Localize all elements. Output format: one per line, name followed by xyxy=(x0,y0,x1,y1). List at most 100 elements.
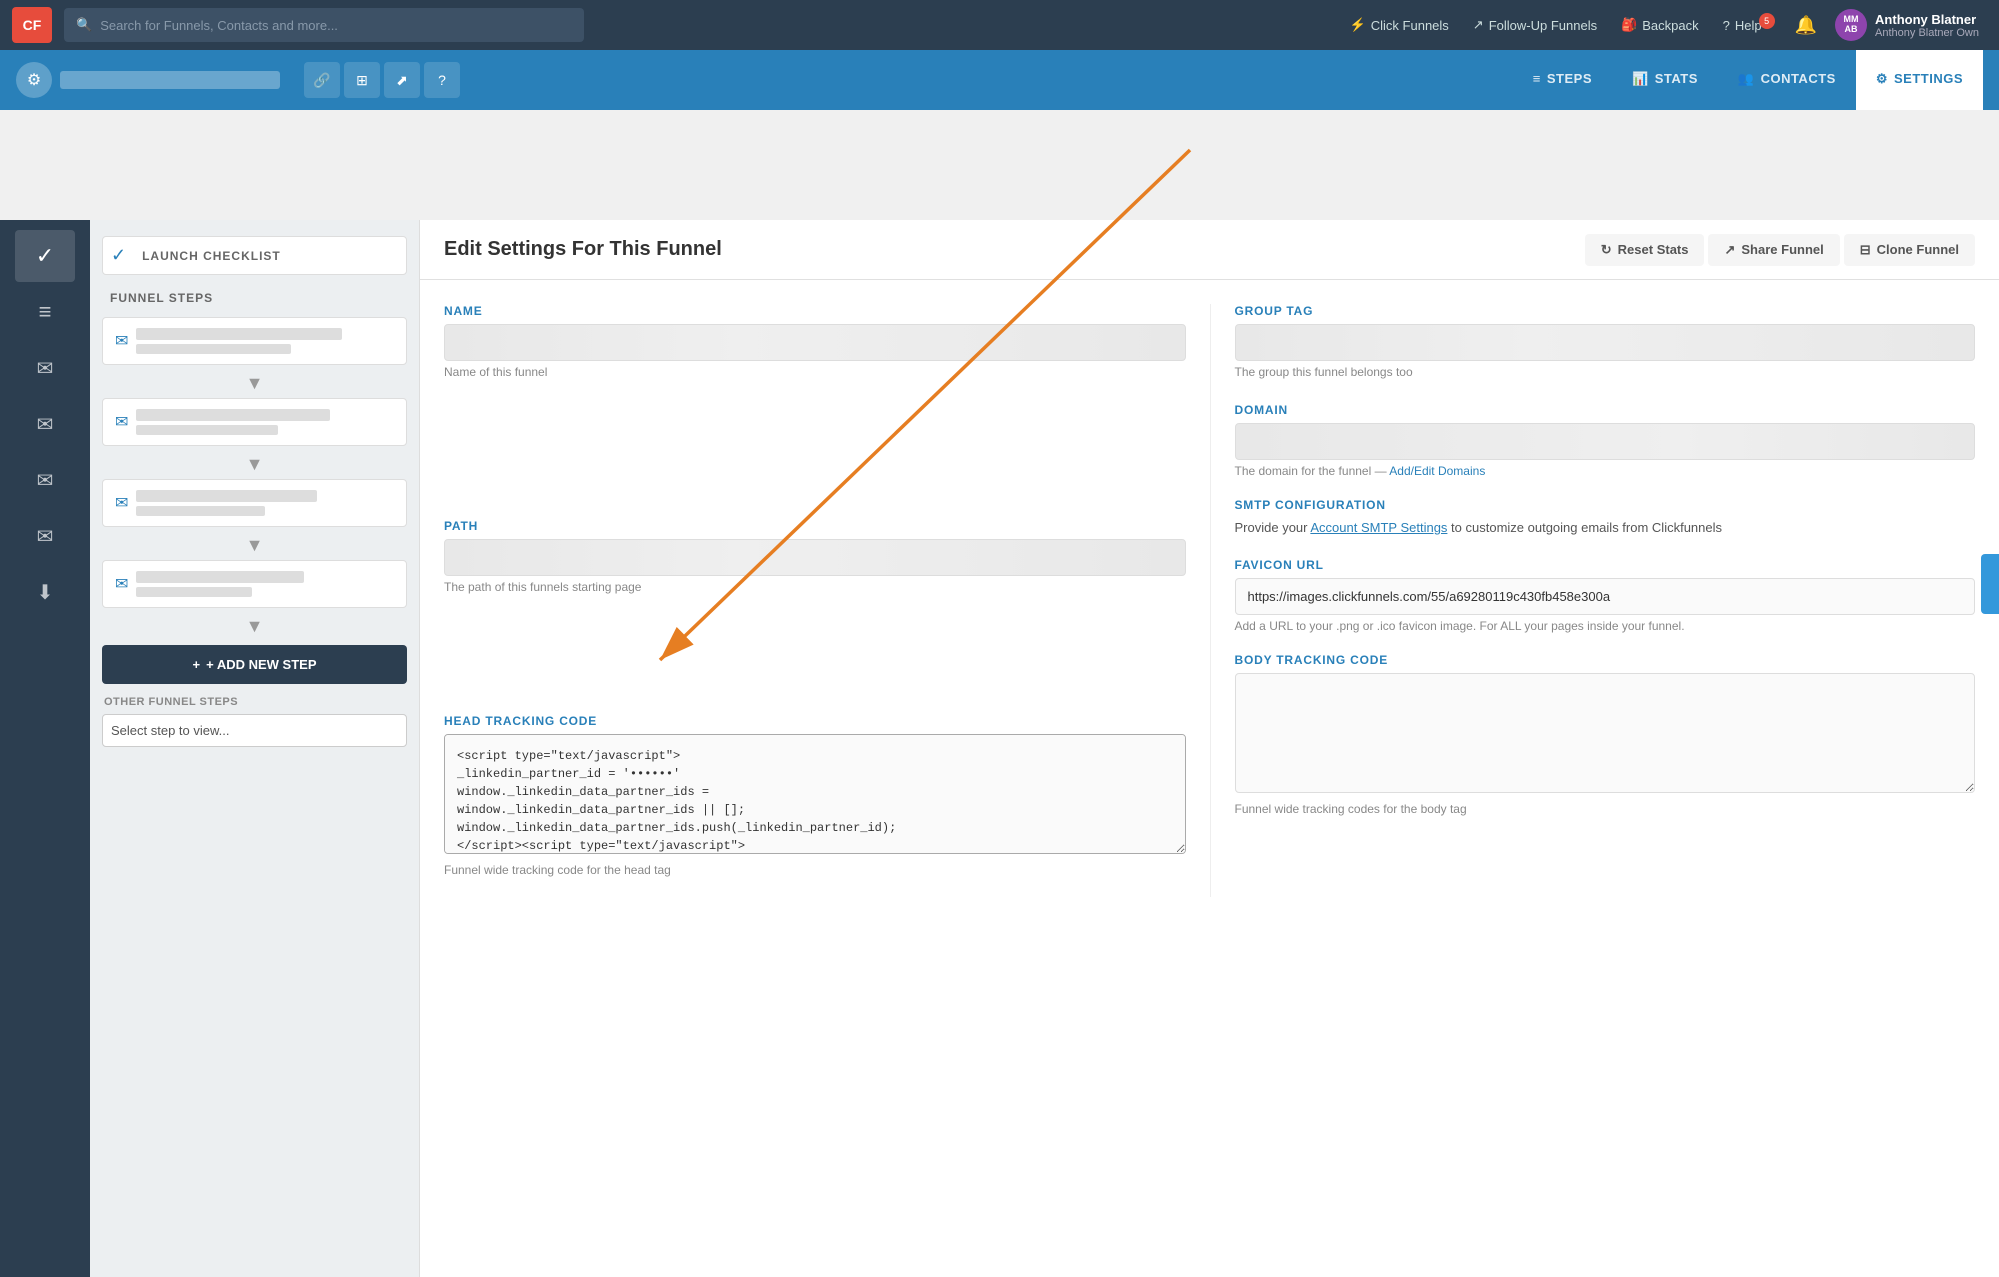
name-input[interactable] xyxy=(444,324,1186,361)
path-hint: The path of this funnels starting page xyxy=(444,580,1186,594)
nav-click-funnels[interactable]: ⚡ Click Funnels xyxy=(1340,11,1459,39)
user-menu[interactable]: MMAB Anthony Blatner Anthony Blatner Own xyxy=(1827,5,1987,45)
path-input[interactable] xyxy=(444,539,1186,576)
question-icon: ? xyxy=(438,72,446,88)
open-icon: ⬈ xyxy=(396,72,408,89)
step-email-icon-1: ✉ xyxy=(115,331,128,351)
domain-group: DOMAIN domain value here The domain for … xyxy=(1235,403,1976,478)
funnel-settings-gear[interactable]: ⚙ xyxy=(16,62,52,98)
step-email-icon-3: ✉ xyxy=(115,493,128,513)
nav-backpack[interactable]: 🎒 Backpack xyxy=(1611,11,1709,39)
form-left-column: NAME Name of this funnel PATH The path o… xyxy=(444,304,1210,897)
body-tracking-hint: Funnel wide tracking codes for the body … xyxy=(1235,802,1976,816)
nav-follow-up-funnels[interactable]: ↗ Follow-Up Funnels xyxy=(1463,11,1607,39)
reset-icon: ↻ xyxy=(1601,242,1612,258)
path-field-group: PATH The path of this funnels starting p… xyxy=(444,519,1186,594)
smtp-settings-link[interactable]: Account SMTP Settings xyxy=(1310,520,1447,535)
step-item-3[interactable]: ✉ xyxy=(102,479,407,527)
step-email-icon-2: ✉ xyxy=(115,412,128,432)
search-bar[interactable]: 🔍 Search for Funnels, Contacts and more.… xyxy=(64,8,584,42)
head-tracking-label: HEAD TRACKING CODE xyxy=(444,714,1186,728)
funnel-navigation: ≡ STEPS 📊 STATS 👥 CONTACTS ⚙ SETTINGS xyxy=(1513,50,1983,110)
download-icon: ⬇ xyxy=(37,580,54,605)
group-tag-input[interactable] xyxy=(1235,324,1976,361)
top-navigation: CF 🔍 Search for Funnels, Contacts and mo… xyxy=(0,0,1999,50)
main-layout: ✓ ≡ ✉ ✉ ✉ ✉ ⬇ ✓ LAUNCH CHECKLIST FUNNEL … xyxy=(0,220,1999,1277)
backpack-icon: 🎒 xyxy=(1621,17,1637,33)
link-tool-button[interactable]: 🔗 xyxy=(304,62,340,98)
nav-help[interactable]: ? Help 5 xyxy=(1713,12,1785,39)
notification-bell[interactable]: 🔔 xyxy=(1789,9,1823,42)
step-item-1[interactable]: ✉ xyxy=(102,317,407,365)
group-tag-hint: The group this funnel belongs too xyxy=(1235,365,1976,379)
group-tag-label: GROUP TAG xyxy=(1235,304,1976,318)
smtp-label: SMTP CONFIGURATION xyxy=(1235,498,1976,512)
contacts-icon: 👥 xyxy=(1738,71,1755,87)
add-new-step-button[interactable]: + + ADD NEW STEP xyxy=(102,645,407,684)
funnel-header-bar: ⚙ 🔗 ⊞ ⬈ ? ≡ STEPS 📊 STATS 👥 CONTACTS ⚙ xyxy=(0,50,1999,110)
search-icon: 🔍 xyxy=(76,17,92,33)
path-label: PATH xyxy=(444,519,1186,533)
smtp-description: Provide your Account SMTP Settings to cu… xyxy=(1235,518,1976,538)
other-steps-select[interactable]: Select step to view... xyxy=(102,714,407,747)
domain-hint: The domain for the funnel — Add/Edit Dom… xyxy=(1235,464,1976,478)
favicon-input[interactable] xyxy=(1235,578,1976,615)
sidebar-item-email-1[interactable]: ✉ xyxy=(15,342,75,394)
page-title: Edit Settings For This Funnel xyxy=(444,238,1585,261)
sidebar-item-launch-checklist[interactable]: ✓ xyxy=(15,230,75,282)
email-icon-1: ✉ xyxy=(37,356,54,381)
help-tool-button[interactable]: ? xyxy=(424,62,460,98)
tab-stats[interactable]: 📊 STATS xyxy=(1612,50,1718,110)
body-tracking-textarea[interactable] xyxy=(1235,673,1976,793)
other-steps-label: OTHER FUNNEL STEPS xyxy=(102,696,407,708)
sidebar-item-email-4[interactable]: ✉ xyxy=(15,510,75,562)
tab-contacts[interactable]: 👥 CONTACTS xyxy=(1718,50,1856,110)
reset-stats-button[interactable]: ↻ Reset Stats xyxy=(1585,234,1705,266)
name-label: NAME xyxy=(444,304,1186,318)
help-icon: ? xyxy=(1723,18,1730,33)
favicon-hint: Add a URL to your .png or .ico favicon i… xyxy=(1235,619,1976,633)
add-edit-domains-link[interactable]: Add/Edit Domains xyxy=(1389,464,1485,478)
steps-list-icon: ≡ xyxy=(39,299,52,325)
step-arrow-2: ▼ xyxy=(102,454,407,475)
sidebar-item-email-3[interactable]: ✉ xyxy=(15,454,75,506)
right-edge-tab[interactable] xyxy=(1981,554,1999,614)
tab-settings[interactable]: ⚙ SETTINGS xyxy=(1856,50,1983,110)
click-funnels-icon: ⚡ xyxy=(1350,17,1366,33)
name-field-group: NAME Name of this funnel xyxy=(444,304,1186,379)
form-right-column: GROUP TAG The group this funnel belongs … xyxy=(1210,304,1976,897)
follow-up-icon: ↗ xyxy=(1473,17,1484,33)
step-item-2[interactable]: ✉ xyxy=(102,398,407,446)
nav-links: ⚡ Click Funnels ↗ Follow-Up Funnels 🎒 Ba… xyxy=(1340,5,1987,45)
domain-select[interactable]: domain value here xyxy=(1235,423,1976,460)
share-funnel-button[interactable]: ↗ Share Funnel xyxy=(1708,234,1839,266)
content-header: Edit Settings For This Funnel ↻ Reset St… xyxy=(420,220,1999,280)
copy-tool-button[interactable]: ⊞ xyxy=(344,62,380,98)
favicon-group: FAVICON URL Add a URL to your .png or .i… xyxy=(1235,558,1976,633)
head-tracking-textarea[interactable]: <script type="text/javascript"> _linkedi… xyxy=(444,734,1186,854)
body-tracking-group: BODY TRACKING CODE Funnel wide tracking … xyxy=(1235,653,1976,816)
funnel-tools: 🔗 ⊞ ⬈ ? xyxy=(304,62,460,98)
domain-label: DOMAIN xyxy=(1235,403,1976,417)
step-arrow-3: ▼ xyxy=(102,535,407,556)
logo[interactable]: CF xyxy=(12,7,52,43)
name-hint: Name of this funnel xyxy=(444,365,1186,379)
open-tool-button[interactable]: ⬈ xyxy=(384,62,420,98)
steps-icon: ≡ xyxy=(1533,71,1541,86)
steps-panel: ✓ LAUNCH CHECKLIST FUNNEL STEPS ✉ ▼ ✉ ▼ … xyxy=(90,220,420,1277)
body-tracking-label: BODY TRACKING CODE xyxy=(1235,653,1976,667)
search-placeholder: Search for Funnels, Contacts and more... xyxy=(100,18,338,33)
sidebar: ✓ ≡ ✉ ✉ ✉ ✉ ⬇ xyxy=(0,220,90,1277)
tab-steps[interactable]: ≡ STEPS xyxy=(1513,50,1612,110)
email-icon-4: ✉ xyxy=(37,524,54,549)
clone-funnel-button[interactable]: ⊟ Clone Funnel xyxy=(1844,234,1975,266)
group-tag-group: GROUP TAG The group this funnel belongs … xyxy=(1235,304,1976,379)
sidebar-item-funnel-steps[interactable]: ≡ xyxy=(15,286,75,338)
step-arrow-4: ▼ xyxy=(102,616,407,637)
step-item-4[interactable]: ✉ xyxy=(102,560,407,608)
sidebar-item-email-2[interactable]: ✉ xyxy=(15,398,75,450)
email-icon-3: ✉ xyxy=(37,468,54,493)
smtp-group: SMTP CONFIGURATION Provide your Account … xyxy=(1235,498,1976,538)
email-icon-2: ✉ xyxy=(37,412,54,437)
sidebar-item-download[interactable]: ⬇ xyxy=(15,566,75,618)
